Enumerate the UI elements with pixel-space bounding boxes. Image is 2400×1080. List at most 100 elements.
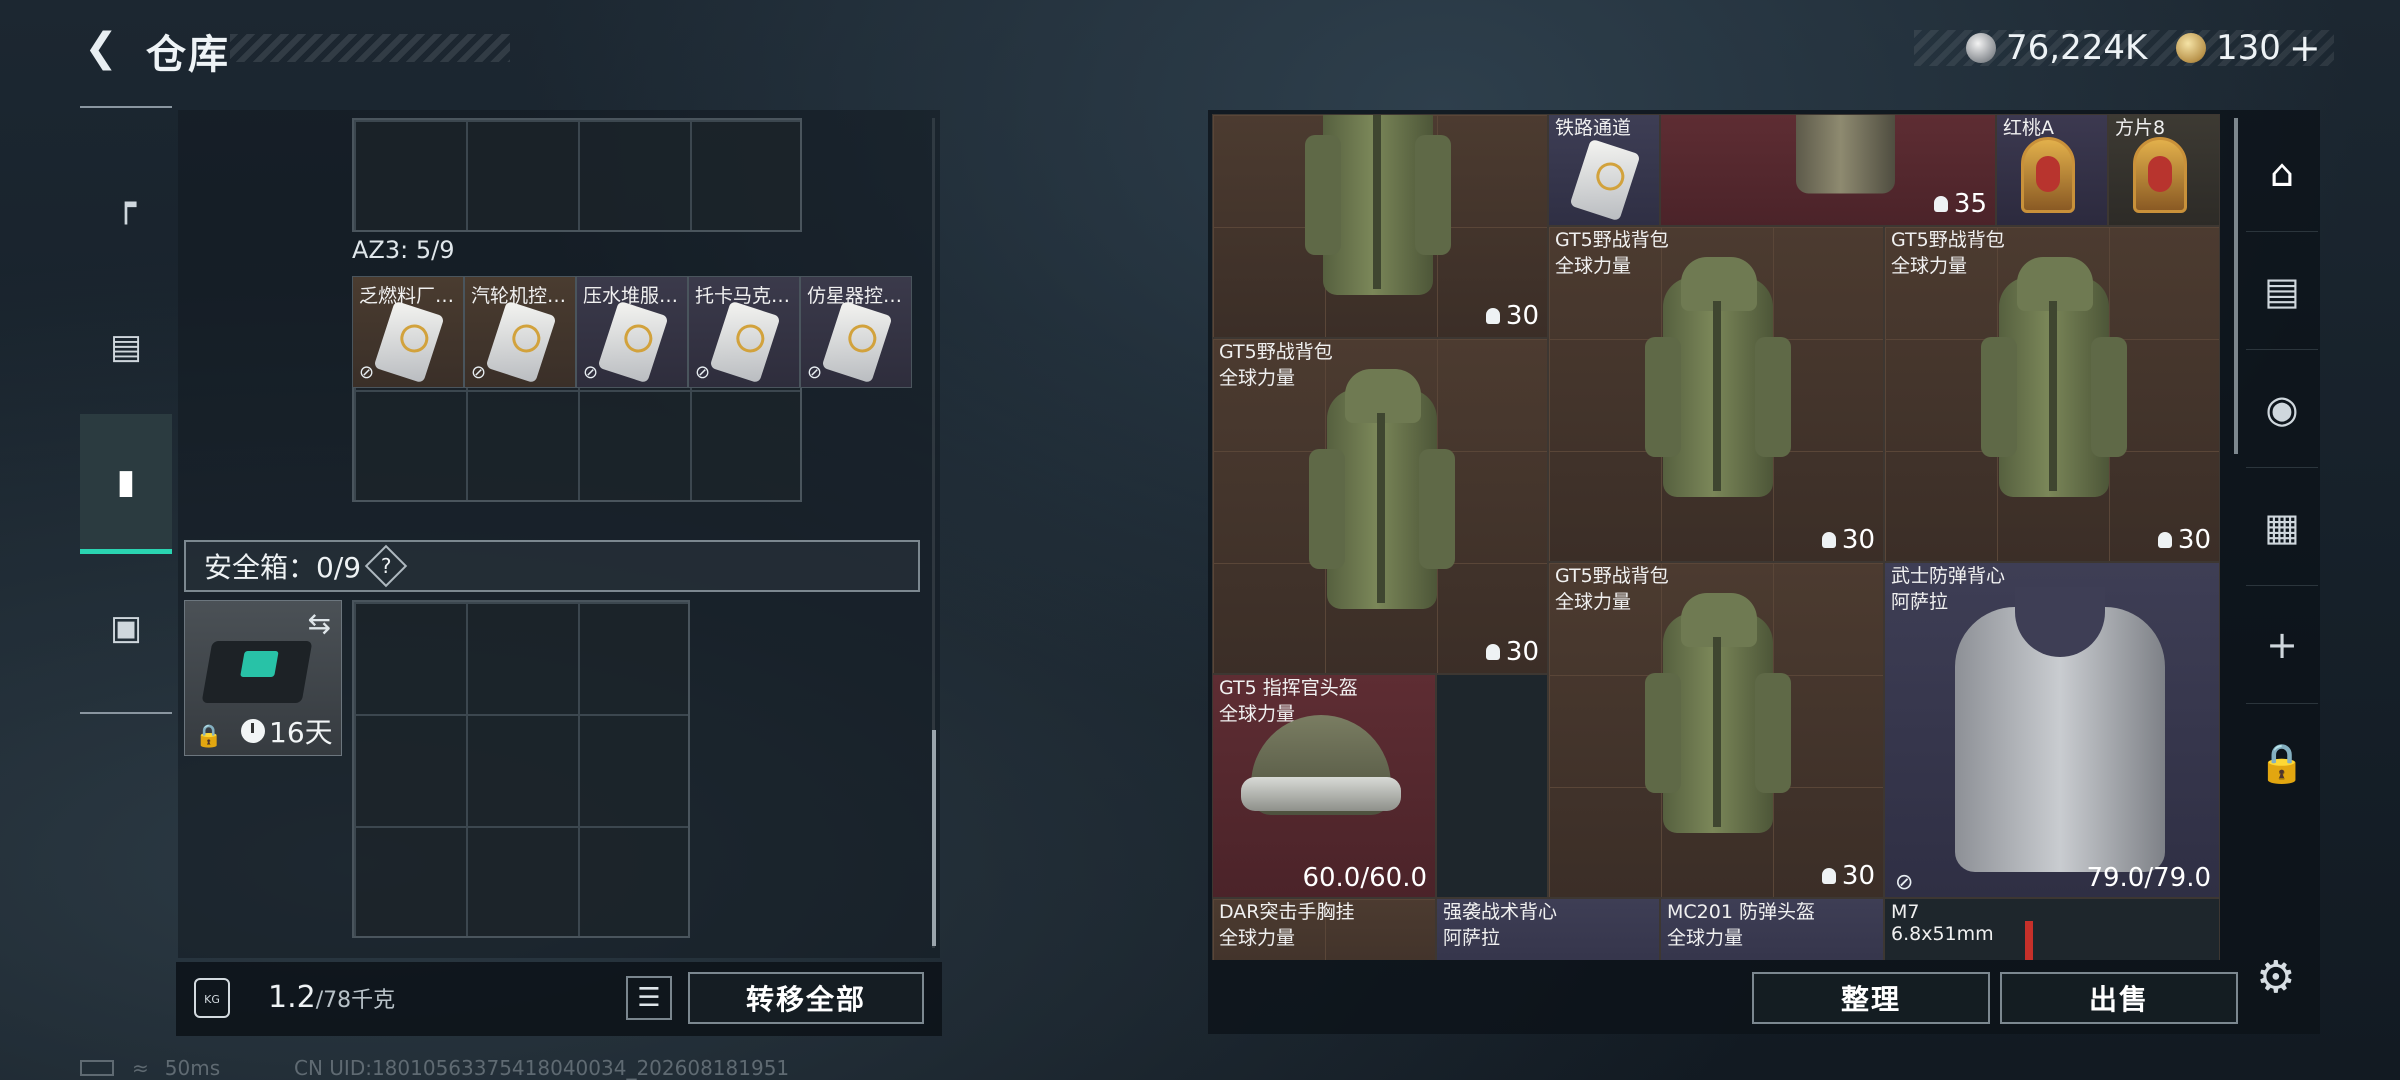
title-decoration: [230, 34, 510, 62]
item-count: 30: [1486, 301, 1539, 331]
lock-icon: 🔒: [2258, 740, 2306, 785]
ammo-item[interactable]: M7 6.8x51mm: [1884, 898, 2220, 960]
ping-value: 50ms: [164, 1056, 221, 1080]
armor-vest-item[interactable]: 武士防弹背心 阿萨拉 ⊘ 79.0/79.0: [1884, 562, 2220, 898]
item-faction: 全球力量: [1891, 255, 1968, 277]
safe-case-icon: [201, 641, 313, 703]
add-icon: +: [2266, 622, 2298, 667]
item-name: MC201 防弹头盔: [1667, 901, 1815, 923]
rail-armor[interactable]: ▤: [80, 304, 172, 390]
tab-V-icon: ◉: [2265, 386, 2299, 431]
status-bar: ≈ 50ms: [80, 1056, 220, 1080]
rail-weapons[interactable]: ┍: [80, 162, 172, 248]
transfer-all-button[interactable]: 转移全部: [688, 972, 924, 1024]
helmet-item[interactable]: GT5 指挥官头盔 全球力量 60.0/60.0: [1212, 674, 1436, 898]
help-button[interactable]: ?: [364, 544, 408, 588]
empty-slot[interactable]: [1436, 674, 1548, 898]
tab-iv-plus[interactable]: ▤: [2246, 232, 2318, 350]
tab-locked[interactable]: 🔒: [2246, 704, 2318, 822]
gold-currency-value: 130: [2216, 28, 2281, 68]
vest-item[interactable]: 35: [1660, 114, 1996, 226]
keycard-icon: [597, 300, 669, 384]
right-scrollbar-thumb[interactable]: [2234, 118, 2238, 454]
list-icon: ☰: [637, 983, 661, 1013]
item-name: GT5野战背包: [1891, 229, 2005, 251]
add-currency-button[interactable]: +: [2289, 26, 2321, 70]
gold-currency[interactable]: 130 +: [2176, 26, 2321, 70]
question-icon: ?: [380, 554, 392, 578]
safe-box-label: 安全箱：0/9: [204, 551, 362, 584]
keycard-icon: [1569, 138, 1641, 222]
helmet-item[interactable]: MC201 防弹头盔 全球力量: [1660, 898, 1884, 960]
az3-slot[interactable]: 汽轮机控… ⊘: [464, 276, 576, 388]
az3-slot[interactable]: 托卡马克… ⊘: [688, 276, 800, 388]
silver-coin-icon: [1966, 33, 1996, 63]
backpack-item[interactable]: GT5野战背包 全球力量 30: [1548, 226, 1884, 562]
backpack-item[interactable]: GT5野战背包 全球力量 30: [1884, 226, 2220, 562]
warehouse-icon: ⌂: [2269, 150, 2295, 195]
tab-v[interactable]: ◉: [2246, 350, 2318, 468]
rail-backpack[interactable]: ▮: [80, 414, 172, 554]
item-name: 乏燃料厂…: [359, 285, 455, 307]
chevron-left-icon: ❮: [84, 25, 118, 71]
tactical-vest-item[interactable]: 强袭战术背心 阿萨拉: [1436, 898, 1660, 960]
category-rail: ┍ ▤ ▮ ▣: [80, 106, 172, 714]
item-count: 30: [2158, 525, 2211, 555]
tab-iv[interactable]: ▦: [2246, 468, 2318, 586]
lock-icon: 🔒: [195, 724, 223, 749]
item-name: 汽轮机控…: [471, 285, 567, 307]
item-name: 仿星器控…: [807, 285, 903, 307]
back-button[interactable]: ❮: [80, 26, 122, 70]
helmet-icon: [1241, 715, 1401, 845]
az3-label: AZ3: 5/9: [352, 236, 455, 264]
backpack-item[interactable]: GT5野战背包 全球力量 30: [1548, 562, 1884, 898]
briefcase-icon: ▣: [109, 608, 143, 648]
item-name: 压水堆服…: [583, 285, 679, 307]
vest-icon: [1945, 587, 2175, 877]
railway-key-item[interactable]: 铁路通道: [1548, 114, 1660, 226]
no-insure-icon: ⊘: [359, 362, 375, 383]
ammo-icon: [2025, 921, 2033, 960]
item-name: M7: [1891, 901, 1920, 923]
item-count: 30: [1486, 637, 1539, 667]
item-count: 30: [1822, 525, 1875, 555]
weight-value: 1.2: [268, 980, 316, 1015]
keycard-icon: [821, 300, 893, 384]
sell-button[interactable]: 出售: [2000, 972, 2238, 1024]
item-faction: 全球力量: [1667, 927, 1744, 949]
diamonds-8-item[interactable]: 方片8: [2108, 114, 2220, 226]
wifi-icon: ≈: [132, 1056, 149, 1080]
swap-icon[interactable]: ⇆: [308, 607, 331, 640]
safe-case-slot[interactable]: ⇆ 🔒 16天: [184, 600, 342, 756]
item-name: 武士防弹背心: [1891, 565, 2006, 587]
az3-slot[interactable]: 压水堆服… ⊘: [576, 276, 688, 388]
tab-warehouse[interactable]: ⌂: [2246, 114, 2318, 232]
no-insure-icon: ⊘: [1895, 870, 1914, 895]
charm-icon: [2133, 137, 2187, 213]
hearts-ace-item[interactable]: 红桃A: [1996, 114, 2108, 226]
backpack-item[interactable]: 30: [1212, 114, 1548, 338]
tab-add[interactable]: +: [2246, 586, 2318, 704]
chest-rig-item[interactable]: DAR突击手胸挂 全球力量: [1212, 898, 1436, 960]
item-faction: 全球力量: [1555, 591, 1632, 613]
safe-box-grid: [352, 600, 690, 938]
keycard-icon: [709, 300, 781, 384]
gear-icon[interactable]: ⚙: [2256, 952, 2295, 1003]
item-faction: 全球力量: [1219, 927, 1296, 949]
gun-icon: ┍: [115, 185, 137, 225]
item-faction: 全球力量: [1219, 367, 1296, 389]
item-durability: 79.0/79.0: [2086, 863, 2211, 893]
left-scrollbar-thumb[interactable]: [932, 730, 936, 946]
az3-slot[interactable]: 仿星器控… ⊘: [800, 276, 912, 388]
battery-icon: [80, 1060, 114, 1076]
item-faction: 阿萨拉: [1443, 927, 1501, 949]
rail-cases[interactable]: ▣: [80, 588, 172, 668]
az3-slot[interactable]: 乏燃料厂… ⊘: [352, 276, 464, 388]
sort-button[interactable]: 整理: [1752, 972, 1990, 1024]
item-caliber: 6.8x51mm: [1891, 923, 1994, 945]
silver-currency: 76,224K: [1966, 26, 2147, 70]
list-view-button[interactable]: ☰: [626, 976, 672, 1020]
item-faction: 全球力量: [1555, 255, 1632, 277]
backpack-item[interactable]: GT5野战背包 全球力量 30: [1212, 338, 1548, 674]
item-name: 方片8: [2115, 117, 2166, 139]
